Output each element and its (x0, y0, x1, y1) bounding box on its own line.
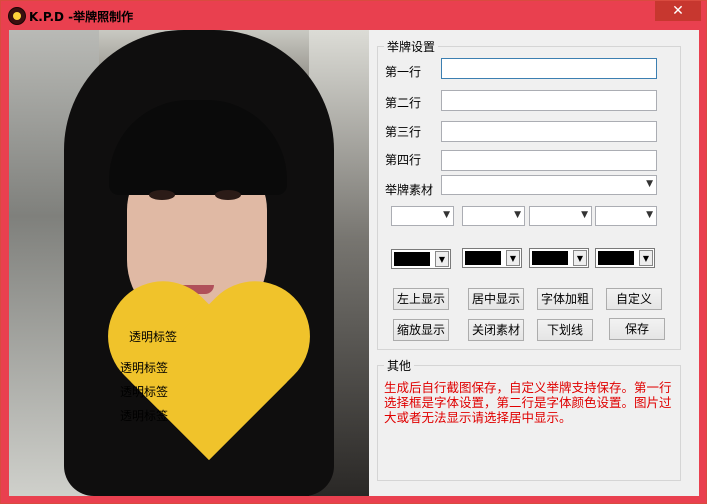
row1-label: 第一行 (385, 65, 422, 79)
row2-label: 第二行 (385, 96, 422, 110)
row1-input[interactable] (441, 58, 657, 79)
center-display-button[interactable]: 居中显示 (468, 288, 524, 310)
row2-input[interactable] (441, 90, 657, 111)
color-select-2[interactable]: ▼ (462, 248, 522, 268)
row3-label: 第三行 (385, 125, 422, 139)
color-select-4[interactable]: ▼ (595, 248, 655, 268)
other-group: 其他 生成后自行截图保存，自定义举牌支持保存。第一行选择框是字体设置，第二行是字… (377, 357, 681, 481)
photo-eye-left (149, 190, 175, 200)
chevron-down-icon: ▼ (581, 210, 588, 220)
material-select[interactable]: ▼ (441, 175, 657, 195)
close-icon: ✕ (672, 3, 684, 19)
close-material-button[interactable]: 关闭素材 (468, 319, 524, 341)
row4-label: 第四行 (385, 153, 422, 167)
font-select-4[interactable]: ▼ (595, 206, 657, 226)
photo-preview: 透明标签 透明标签 透明标签 透明标签 (9, 30, 369, 496)
row3-input[interactable] (441, 121, 657, 142)
font-select-3[interactable]: ▼ (529, 206, 592, 226)
other-title: 其他 (384, 357, 415, 374)
chevron-down-icon: ▼ (443, 210, 450, 220)
color-swatch-3 (532, 251, 568, 265)
custom-button[interactable]: 自定义 (606, 288, 662, 310)
chevron-down-icon: ▼ (646, 210, 653, 220)
photo-eye-right (215, 190, 241, 200)
client-area: 透明标签 透明标签 透明标签 透明标签 举牌设置 第一行 第二行 第三行 第四行… (9, 30, 699, 496)
heart-sign (129, 285, 329, 475)
font-select-2[interactable]: ▼ (462, 206, 525, 226)
color-swatch-1 (394, 252, 430, 266)
close-button[interactable]: ✕ (655, 1, 701, 21)
sign-settings-title: 举牌设置 (384, 38, 439, 55)
row4-input[interactable] (441, 150, 657, 171)
transparent-label-4[interactable]: 透明标签 (120, 407, 168, 424)
chevron-down-icon: ▼ (506, 250, 520, 266)
color-select-3[interactable]: ▼ (529, 248, 589, 268)
app-icon (8, 7, 26, 25)
chevron-down-icon: ▼ (646, 179, 653, 189)
underline-button[interactable]: 下划线 (537, 319, 593, 341)
chevron-down-icon: ▼ (639, 250, 653, 266)
window-title: K.P.D -举牌照制作 (29, 10, 134, 24)
transparent-label-3[interactable]: 透明标签 (120, 383, 168, 400)
chevron-down-icon: ▼ (514, 210, 521, 220)
info-text: 生成后自行截图保存，自定义举牌支持保存。第一行选择框是字体设置，第二行是字体颜色… (384, 380, 672, 425)
chevron-down-icon: ▼ (573, 250, 587, 266)
title-bar[interactable]: K.P.D -举牌照制作 ✕ (1, 1, 706, 30)
color-swatch-2 (465, 251, 501, 265)
scale-display-button[interactable]: 缩放显示 (393, 319, 449, 341)
app-window: K.P.D -举牌照制作 ✕ 透明标签 透明标签 透明标签 透明标签 举牌设置 … (0, 0, 707, 504)
transparent-label-1[interactable]: 透明标签 (129, 328, 177, 345)
color-swatch-4 (598, 251, 634, 265)
bold-font-button[interactable]: 字体加粗 (537, 288, 593, 310)
top-left-display-button[interactable]: 左上显示 (393, 288, 449, 310)
color-select-1[interactable]: ▼ (391, 249, 451, 269)
save-button[interactable]: 保存 (609, 318, 665, 340)
chevron-down-icon: ▼ (435, 251, 449, 267)
transparent-label-2[interactable]: 透明标签 (120, 359, 168, 376)
font-select-1[interactable]: ▼ (391, 206, 454, 226)
material-label: 举牌素材 (385, 183, 434, 197)
